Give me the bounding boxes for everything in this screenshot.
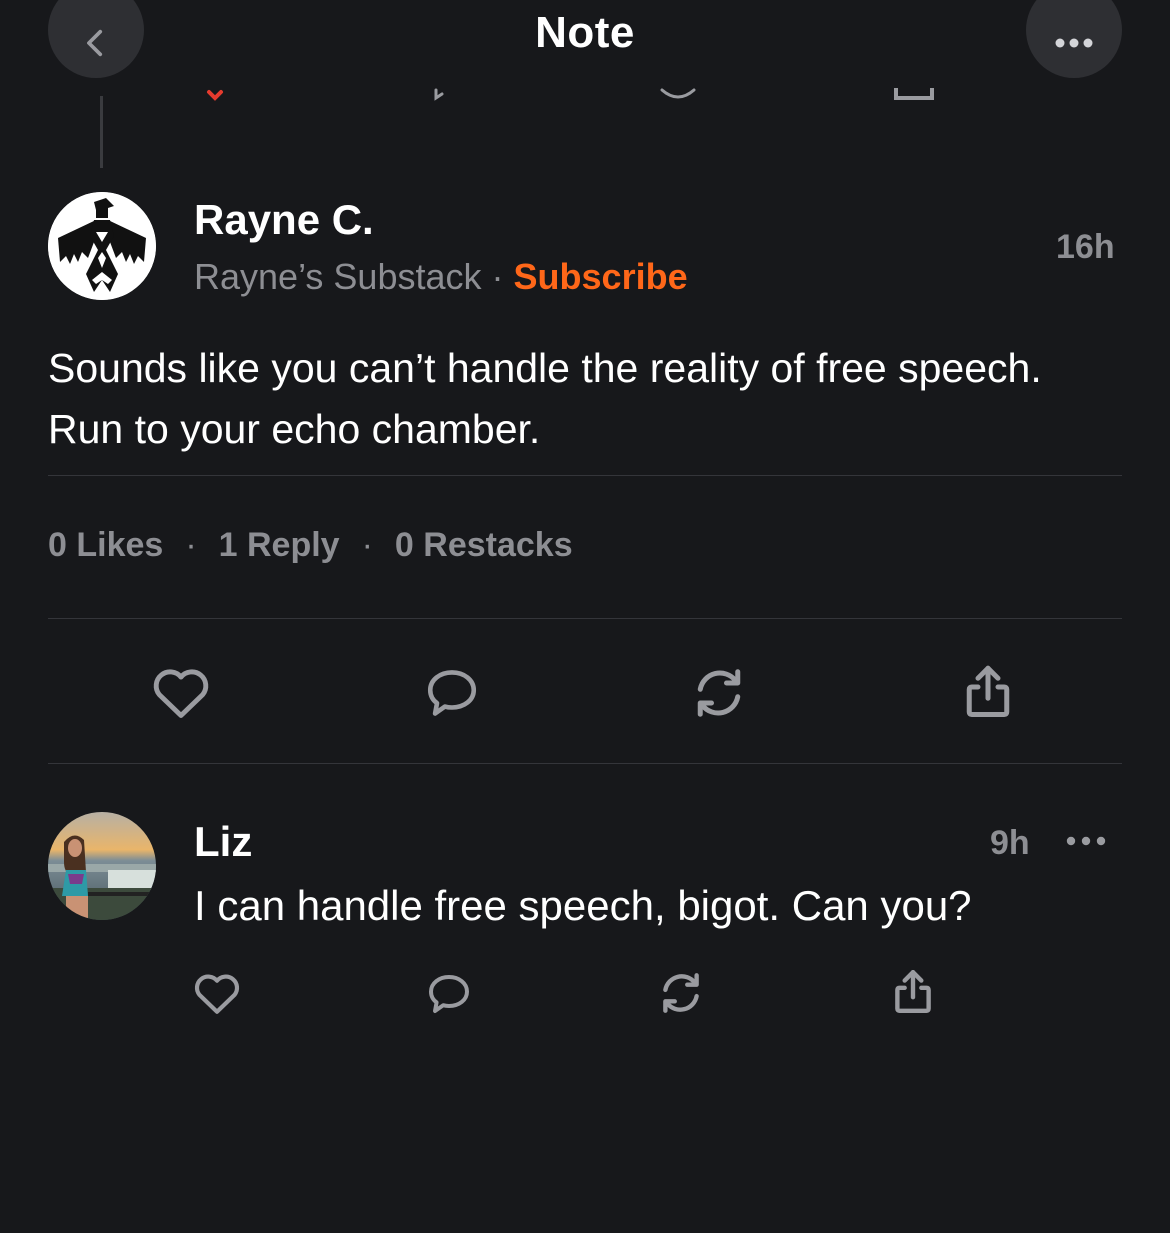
reply-restack-button[interactable]	[654, 966, 708, 1020]
previous-restack-icon-remnant	[658, 88, 698, 102]
previous-like-icon-remnant	[204, 88, 226, 102]
publication-name[interactable]: Rayne’s Substack	[194, 256, 482, 297]
reply-comment-button[interactable]	[422, 968, 476, 1020]
reply-like-button[interactable]	[190, 966, 244, 1018]
ellipsis-icon	[1066, 836, 1106, 846]
thunderbird-logo-icon	[48, 192, 156, 300]
author-avatar[interactable]	[48, 192, 156, 300]
page-title: Note	[535, 8, 635, 57]
restacks-count[interactable]: 0 Restacks	[395, 526, 573, 564]
divider	[48, 618, 1122, 619]
profile-photo-icon	[48, 812, 156, 920]
divider	[48, 475, 1122, 476]
share-icon	[966, 665, 1010, 717]
comment-icon	[427, 670, 477, 716]
share-button[interactable]	[956, 660, 1020, 724]
reply-share-button[interactable]	[886, 964, 940, 1020]
heart-icon	[153, 669, 209, 718]
restack-icon	[697, 669, 741, 717]
restack-icon	[663, 973, 699, 1013]
comment-icon	[429, 975, 469, 1013]
more-options-button[interactable]	[1026, 0, 1122, 78]
reply-body: I can handle free speech, bigot. Can you…	[194, 882, 972, 929]
restack-button[interactable]	[686, 662, 752, 724]
reply-author-avatar[interactable]	[48, 812, 156, 920]
reply-timestamp: 9h	[990, 824, 1030, 862]
publication-line: Rayne’s Substack · Subscribe	[194, 256, 688, 298]
previous-comment-icon-remnant	[430, 88, 452, 102]
comment-button[interactable]	[420, 662, 484, 724]
replies-count[interactable]: 1 Reply	[219, 526, 340, 564]
separator-dot: ·	[185, 526, 197, 564]
thread-connector-line	[100, 96, 103, 168]
divider	[48, 763, 1122, 764]
reply-more-options-button[interactable]	[1060, 826, 1112, 856]
like-button[interactable]	[148, 660, 214, 722]
subscribe-link[interactable]: Subscribe	[514, 256, 688, 297]
share-icon	[895, 970, 931, 1013]
post-timestamp: 16h	[1056, 228, 1115, 266]
separator-dot: ·	[491, 256, 504, 297]
separator-dot: ·	[361, 526, 373, 564]
reply-author-name[interactable]: Liz	[194, 818, 252, 866]
engagement-stats: 0 Likes · 1 Reply · 0 Restacks	[48, 526, 573, 565]
author-name[interactable]: Rayne C.	[194, 196, 374, 244]
ellipsis-icon	[1055, 38, 1093, 48]
likes-count[interactable]: 0 Likes	[48, 526, 163, 564]
heart-icon	[194, 974, 240, 1014]
previous-share-icon-remnant	[892, 88, 936, 102]
note-body: Sounds like you can’t handle the reality…	[48, 345, 1042, 452]
